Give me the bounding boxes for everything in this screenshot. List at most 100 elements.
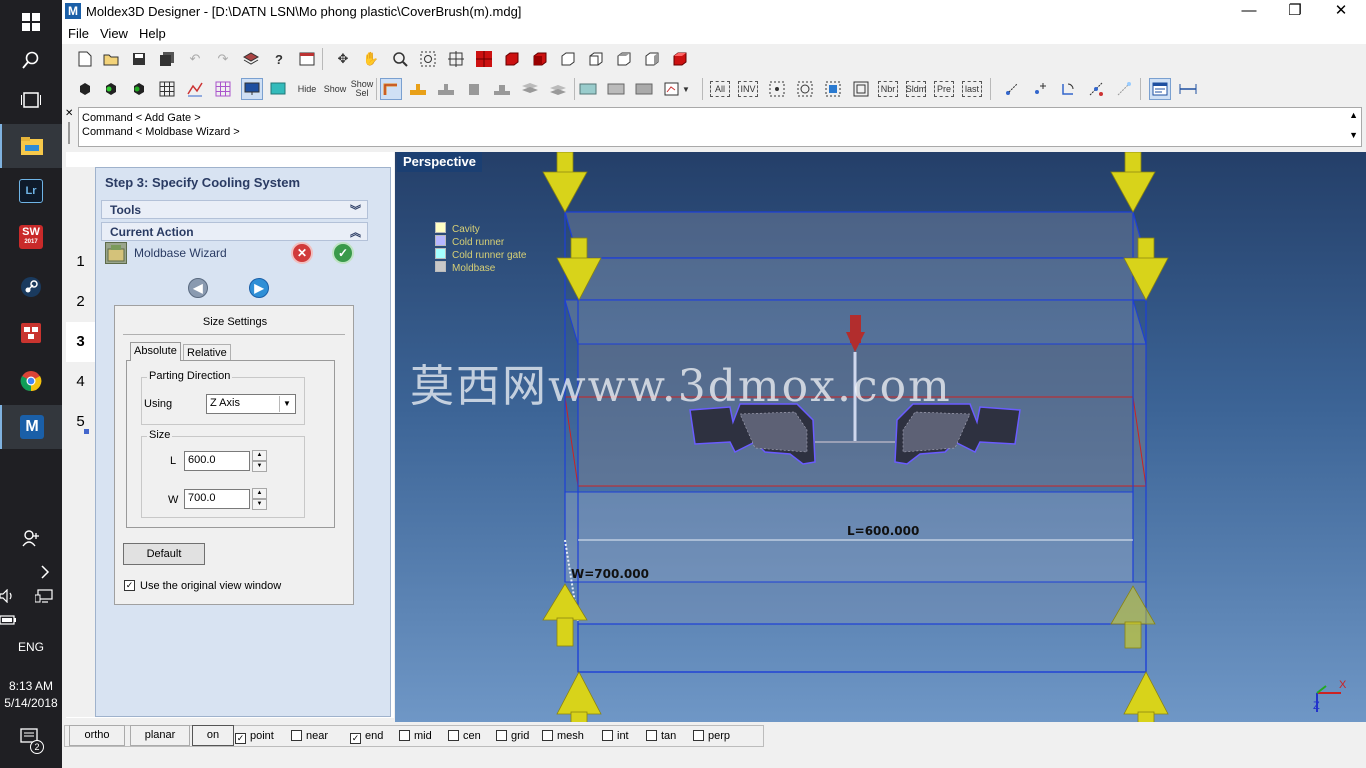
- steam-icon[interactable]: [0, 265, 62, 309]
- node-scale-icon[interactable]: [1085, 78, 1107, 100]
- previous-step-arrow-icon[interactable]: ◀: [188, 278, 208, 298]
- mold-view-3-icon[interactable]: [633, 78, 655, 100]
- window-list-icon[interactable]: [296, 48, 318, 70]
- mold-view-icon[interactable]: [577, 78, 599, 100]
- snap-checkbox-int[interactable]: [602, 730, 613, 741]
- chrome-icon[interactable]: [0, 359, 62, 403]
- measure-icon[interactable]: [1177, 78, 1199, 100]
- title-bar[interactable]: M Moldex3D Designer - [D:\DATN LSN\Mo ph…: [62, 0, 1366, 24]
- select-inverse-button[interactable]: INV: [738, 81, 758, 97]
- snap-checkbox-near[interactable]: [291, 730, 302, 741]
- book-icon[interactable]: [240, 48, 262, 70]
- hide-button[interactable]: Hide: [294, 78, 320, 100]
- snap-checkbox-end[interactable]: ✓: [350, 733, 361, 744]
- close-button[interactable]: ✕: [1318, 0, 1364, 24]
- file-explorer-icon[interactable]: [0, 124, 62, 168]
- grid-icon[interactable]: [156, 78, 178, 100]
- node-line-icon[interactable]: [1113, 78, 1135, 100]
- snap-checkbox-cen[interactable]: [448, 730, 459, 741]
- curve-icon[interactable]: [184, 78, 206, 100]
- menu-file[interactable]: File: [68, 26, 89, 41]
- layers-2-icon[interactable]: [547, 78, 569, 100]
- redo-icon[interactable]: ↷: [212, 48, 234, 70]
- snap-item-int[interactable]: int: [602, 730, 629, 742]
- snap-checkbox-point[interactable]: ✓: [235, 733, 246, 744]
- select-loop-icon[interactable]: [794, 78, 816, 100]
- snap-item-end[interactable]: ✓ end: [350, 730, 383, 744]
- display-shaded-icon[interactable]: [100, 78, 122, 100]
- confirm-check-icon[interactable]: ✓: [332, 242, 354, 264]
- zoom-icon[interactable]: [389, 48, 411, 70]
- node-rotate-icon[interactable]: [1057, 78, 1079, 100]
- snap-on-toggle[interactable]: on: [192, 725, 234, 746]
- scroll-down-icon[interactable]: ▼: [1349, 130, 1358, 140]
- gate-icon[interactable]: [407, 78, 429, 100]
- menu-help[interactable]: Help: [139, 26, 166, 41]
- chevron-down-icon[interactable]: ▼: [680, 78, 692, 100]
- snap-item-perp[interactable]: perp: [693, 730, 730, 742]
- properties-window-icon[interactable]: [1149, 78, 1171, 100]
- snap-item-tan[interactable]: tan: [646, 730, 676, 742]
- snap-checkbox-perp[interactable]: [693, 730, 704, 741]
- wizard-step-3[interactable]: 3: [66, 322, 95, 362]
- save-all-icon[interactable]: [156, 48, 178, 70]
- show-button[interactable]: Show: [322, 78, 348, 100]
- node-add-icon[interactable]: [1029, 78, 1051, 100]
- snap-item-near[interactable]: near: [291, 730, 328, 742]
- view-grid-red-icon[interactable]: [473, 48, 495, 70]
- task-view-icon[interactable]: [0, 78, 62, 122]
- width-stepper[interactable]: ▲ ▼: [252, 488, 267, 510]
- battery-icon[interactable]: [0, 598, 28, 642]
- language-indicator[interactable]: ENG: [0, 640, 62, 654]
- 3d-viewport[interactable]: Perspective Cavity Cold runner Cold runn…: [395, 152, 1366, 722]
- minimize-button[interactable]: —: [1226, 0, 1272, 24]
- command-panel-grip[interactable]: [68, 122, 70, 144]
- grid-purple-icon[interactable]: [212, 78, 234, 100]
- use-original-view-checkbox[interactable]: ✓: [124, 580, 135, 591]
- cavity-select-icon[interactable]: [380, 78, 402, 100]
- snap-checkbox-tan[interactable]: [646, 730, 657, 741]
- scroll-up-icon[interactable]: ▲: [1349, 110, 1358, 120]
- pan-hand-icon[interactable]: ✋: [360, 48, 382, 70]
- width-input[interactable]: 700.0: [184, 489, 250, 509]
- move-icon[interactable]: ✥: [332, 48, 354, 70]
- view-iso-icon[interactable]: [669, 48, 691, 70]
- action-center-icon[interactable]: 2: [0, 716, 62, 760]
- help-icon[interactable]: ?: [268, 48, 290, 70]
- select-last-button[interactable]: last: [962, 81, 982, 97]
- zoom-window-icon[interactable]: [417, 48, 439, 70]
- view-right-icon[interactable]: [585, 48, 607, 70]
- search-icon[interactable]: [0, 38, 62, 82]
- render-icon[interactable]: [267, 78, 289, 100]
- snap-item-point[interactable]: ✓ point: [235, 730, 274, 744]
- snap-item-grid[interactable]: grid: [496, 730, 529, 742]
- select-neighbor-button[interactable]: Nbr: [878, 81, 898, 97]
- monitor-icon[interactable]: [241, 78, 263, 100]
- parting-direction-select[interactable]: Z Axis ▼: [206, 394, 296, 414]
- zoom-fit-icon[interactable]: [445, 48, 467, 70]
- view-front-icon[interactable]: [501, 48, 523, 70]
- display-mesh-icon[interactable]: [128, 78, 150, 100]
- display-solid-icon[interactable]: [74, 78, 96, 100]
- snap-checkbox-grid[interactable]: [496, 730, 507, 741]
- cancel-icon[interactable]: ✕: [291, 242, 313, 264]
- wizard-step-1[interactable]: 1: [66, 242, 95, 282]
- select-previous-button[interactable]: Pre: [934, 81, 954, 97]
- undo-icon[interactable]: ↶: [184, 48, 206, 70]
- wizard-step-2[interactable]: 2: [66, 282, 95, 322]
- snap-item-cen[interactable]: cen: [448, 730, 481, 742]
- length-stepper[interactable]: ▲ ▼: [252, 450, 267, 472]
- command-panel-close-icon[interactable]: ✕: [65, 108, 73, 119]
- select-solid-icon[interactable]: [822, 78, 844, 100]
- snap-checkbox-mesh[interactable]: [542, 730, 553, 741]
- restore-button[interactable]: ❐: [1272, 0, 1318, 24]
- tools-section-header[interactable]: Tools ︾: [101, 200, 368, 219]
- select-solid-model-button[interactable]: Sldm: [906, 81, 926, 97]
- view-bottom-icon[interactable]: [641, 48, 663, 70]
- block-icon[interactable]: [463, 78, 485, 100]
- mold-view-2-icon[interactable]: [605, 78, 627, 100]
- network-icon[interactable]: [26, 574, 62, 618]
- select-mesh-icon[interactable]: [850, 78, 872, 100]
- snap-item-mid[interactable]: mid: [399, 730, 432, 742]
- open-folder-icon[interactable]: [100, 48, 122, 70]
